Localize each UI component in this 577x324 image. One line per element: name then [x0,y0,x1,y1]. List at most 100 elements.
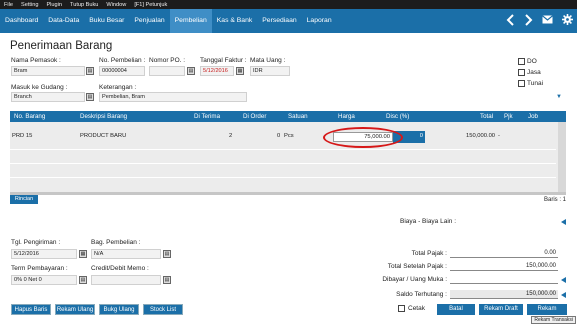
triangle-left-icon[interactable] [561,277,566,283]
calendar-icon[interactable]: ▦ [79,250,87,258]
chevron-left-icon[interactable] [506,13,515,29]
batal-button[interactable]: Batal [437,304,475,315]
gear-icon[interactable] [562,14,573,28]
col-job[interactable]: Job [528,113,538,120]
vertical-scrollbar[interactable] [558,122,566,192]
table-row[interactable]: PRD 15 PRODUCT BARU 2 0 Pcs 75,000.00 0 … [10,128,566,143]
row-divider [10,149,556,150]
horizontal-scrollbar[interactable] [10,192,566,195]
row-divider [10,163,556,164]
col-total[interactable]: Total [480,113,493,120]
dibayar-uang-muka-label: Dibayar / Uang Muka : [382,276,447,283]
tab-laporan[interactable]: Laporan [302,9,337,33]
tab-data-data[interactable]: Data-Data [43,9,84,33]
tanggal-faktur-label: Tanggal Faktur : [200,57,247,64]
list-picker-icon[interactable]: ▤ [79,276,87,284]
triangle-left-icon[interactable] [561,219,566,225]
page-title: Penerimaan Barang [10,40,113,52]
rekam-draft-button[interactable]: Rekam Draft [479,304,523,315]
menu-window[interactable]: Window [106,2,126,8]
list-picker-icon[interactable]: ▤ [187,67,195,75]
no-pembelian-label: No. Pembelian : [99,57,146,64]
cell-total[interactable]: 150,000.00 [466,133,495,139]
triangle-left-icon[interactable] [561,292,566,298]
nomor-po-label: Nomor PO. : [149,57,186,64]
cell-deskripsi[interactable]: PRODUCT BARU [80,133,126,139]
cell-pjk[interactable]: - [498,133,500,139]
term-pembayaran-field[interactable]: 0% 0 Net 0 [11,275,77,285]
tab-persediaan[interactable]: Persediaan [257,9,301,33]
tunai-checkbox[interactable] [518,80,525,87]
tooltip: Rekam Transaksi [531,316,576,324]
menu-tutup-buku[interactable]: Tutup Buku [70,2,98,8]
cell-disc[interactable]: 0 [420,133,423,139]
tanggal-faktur-field[interactable]: 5/12/2016 [200,66,234,76]
calendar-icon[interactable]: ▦ [236,67,244,75]
bukg-ulang-button[interactable]: Bukg Ulang [99,304,139,315]
list-picker-icon[interactable]: ▤ [86,93,94,101]
menu-petunjuk[interactable]: [F1] Petunjuk [134,2,167,8]
menubar: File Setting Plugin Tutup Buku Window [F… [0,0,577,9]
bag-pembelian-label: Bag. Pembelian : [91,239,141,246]
jasa-label: Jasa [527,69,541,76]
tab-pembelian[interactable]: Pembelian [169,9,212,33]
col-deskripsi-barang[interactable]: Deskripsi Barang [80,113,127,120]
rincian-button[interactable]: Rincian [10,195,38,204]
do-checkbox[interactable] [518,58,525,65]
col-disc[interactable]: Disc (%) [386,113,409,120]
menu-plugin[interactable]: Plugin [46,2,62,8]
main-navbar: Dashboard Data-Data Buku Besar Penjualan… [0,9,577,33]
stock-list-button[interactable]: Stock List [143,304,183,315]
col-di-terima[interactable]: Di Terima [194,113,220,120]
bag-pembelian-field[interactable]: N/A [91,249,161,259]
saldo-terhutang-value: 150,000.00 [450,290,558,299]
cell-di-terima[interactable]: 2 [229,133,232,139]
menu-file[interactable]: File [4,2,13,8]
grid-header: No. Barang Deskripsi Barang Di Terima Di… [10,111,566,122]
chevron-right-icon[interactable] [524,13,533,29]
annotation-ellipse [323,127,403,148]
col-no-barang[interactable]: No. Barang [14,113,45,120]
tab-dashboard[interactable]: Dashboard [0,9,43,33]
no-pembelian-field[interactable]: 00000004 [99,66,145,76]
saldo-terhutang-label: Saldo Terhutang : [396,291,447,298]
rekam-ulang-button[interactable]: Rekam Ulang [55,304,95,315]
rekam-button[interactable]: Rekam [527,304,567,315]
mata-uang-field[interactable]: IDR [250,66,290,76]
cell-satuan[interactable]: Pcs [284,133,294,139]
nama-pemasok-field[interactable]: Bram [11,66,85,76]
tab-penjualan[interactable]: Penjualan [129,9,169,33]
cetak-checkbox[interactable] [398,305,405,312]
credit-debit-memo-field[interactable] [91,275,161,285]
triangle-down-icon[interactable]: ▼ [556,94,562,100]
row-count: Baris : 1 [543,197,566,203]
dibayar-uang-muka-value[interactable] [450,275,558,284]
keterangan-field[interactable]: Pembelian, Bram [99,92,247,102]
col-di-order[interactable]: Di Order [243,113,266,120]
col-pjk[interactable]: Pjk [504,113,513,120]
list-picker-icon[interactable]: ▤ [163,250,171,258]
nomor-po-field[interactable] [149,66,185,76]
term-pembayaran-label: Term Pembayaran : [11,265,68,272]
mail-icon[interactable] [542,15,553,27]
masuk-ke-gudang-field[interactable]: Branch [11,92,85,102]
col-harga[interactable]: Harga [338,113,355,120]
list-picker-icon[interactable]: ▤ [163,276,171,284]
cell-no-barang[interactable]: PRD 15 [12,133,32,139]
keterangan-label: Keterangan : [99,84,137,91]
tab-kas-bank[interactable]: Kas & Bank [212,9,258,33]
total-setelah-pajak-label: Total Setelah Pajak : [387,263,447,270]
masuk-ke-gudang-label: Masuk ke Gudang : [11,84,68,91]
hapus-baris-button[interactable]: Hapus Baris [11,304,51,315]
biaya-lain-label: Biaya - Biaya Lain : [400,218,457,225]
total-setelah-pajak-value: 150,000.00 [450,262,558,271]
list-picker-icon[interactable]: ▤ [86,67,94,75]
credit-debit-memo-label: Credit/Debit Memo : [91,265,149,272]
menu-setting[interactable]: Setting [21,2,38,8]
col-satuan[interactable]: Satuan [288,113,308,120]
tab-buku-besar[interactable]: Buku Besar [84,9,129,33]
jasa-checkbox[interactable] [518,69,525,76]
total-pajak-label: Total Pajak : [411,250,447,257]
tgl-pengiriman-field[interactable]: 5/12/2016 [11,249,77,259]
cell-di-order[interactable]: 0 [277,133,280,139]
